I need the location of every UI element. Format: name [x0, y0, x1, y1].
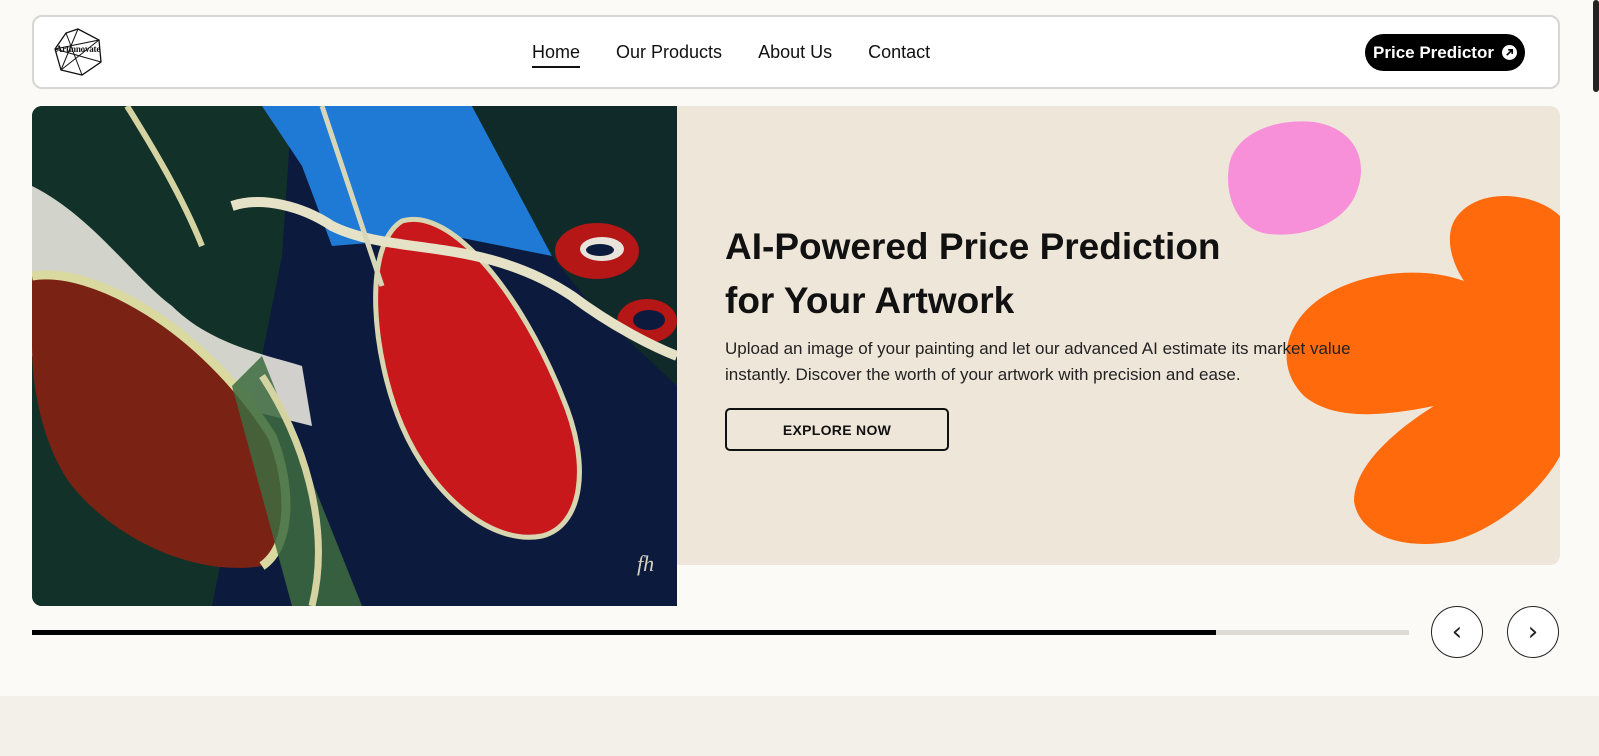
logo-text: Artinnovate	[55, 44, 101, 54]
slider-progress-bar	[32, 630, 1409, 635]
headline-line-2: for Your Artwork	[725, 280, 1015, 321]
hero-headline: AI-Powered Price Prediction for Your Art…	[725, 220, 1285, 328]
nav-our-products[interactable]: Our Products	[616, 36, 722, 69]
next-section	[0, 696, 1599, 756]
chevron-right-icon: ›	[1527, 617, 1539, 647]
main-nav: Home Our Products About Us Contact	[532, 17, 930, 87]
site-header: Artinnovate Home Our Products About Us C…	[32, 15, 1560, 89]
explore-now-button[interactable]: EXPLORE NOW	[725, 408, 949, 451]
price-predictor-label: Price Predictor	[1373, 42, 1494, 62]
hero-description: Upload an image of your painting and let…	[725, 339, 1351, 384]
arrow-up-right-icon	[1501, 45, 1517, 60]
chevron-left-icon: ‹	[1451, 617, 1463, 647]
nav-home[interactable]: Home	[532, 36, 581, 69]
hero-painting-image: fh	[32, 106, 677, 606]
next-slide-button[interactable]: ›	[1507, 606, 1559, 658]
logo[interactable]: Artinnovate	[52, 27, 104, 77]
slider-progress-fill	[32, 630, 1217, 635]
nav-about-us[interactable]: About Us	[758, 36, 832, 69]
pink-blob-shape	[1228, 121, 1361, 235]
headline-line-1: AI-Powered Price Prediction	[725, 226, 1221, 267]
svg-text:fh: fh	[637, 551, 654, 576]
nav-contact[interactable]: Contact	[868, 36, 930, 69]
scrollbar-thumb[interactable]	[1593, 0, 1599, 92]
prev-slide-button[interactable]: ‹	[1431, 606, 1483, 658]
price-predictor-button[interactable]: Price Predictor	[1365, 34, 1525, 71]
